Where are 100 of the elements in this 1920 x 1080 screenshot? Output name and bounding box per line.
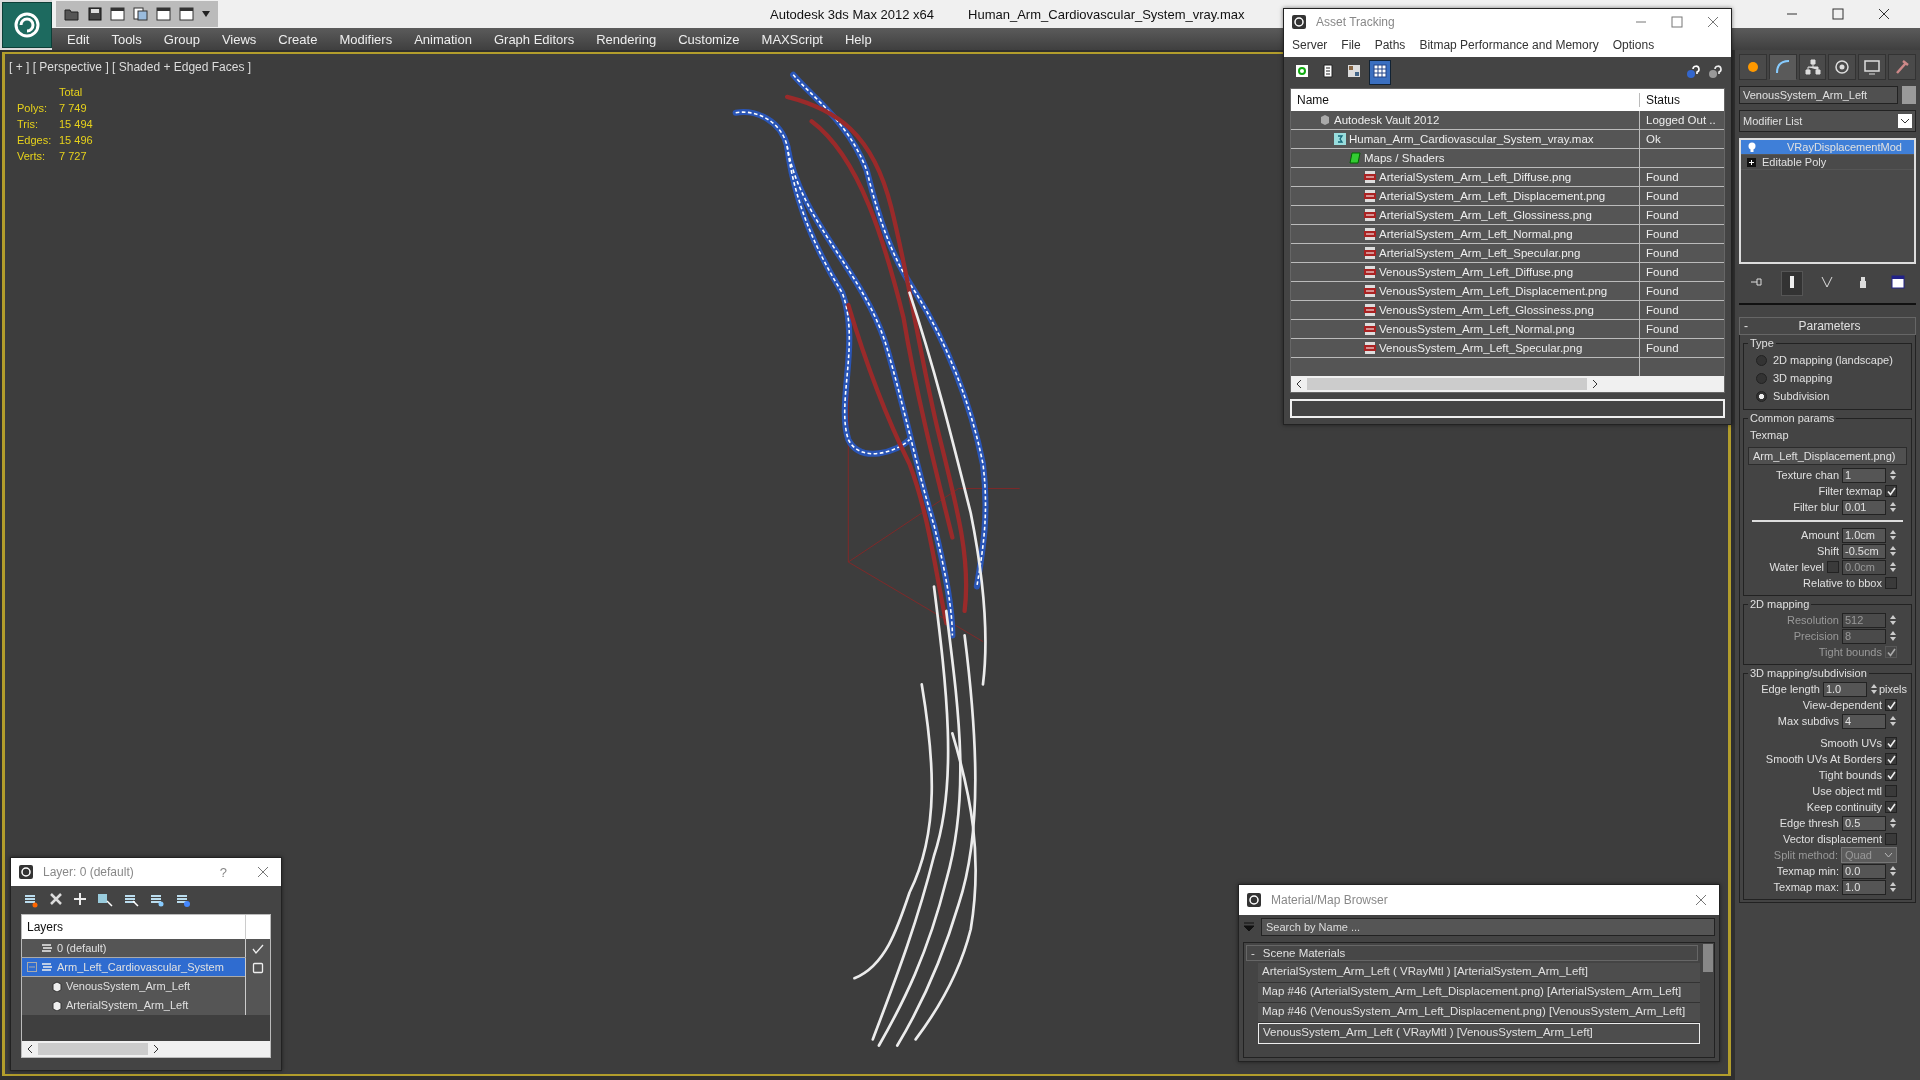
toolbar-button[interactable] [1370,60,1390,84]
search-field[interactable]: Search by Name ... [1261,918,1715,936]
target-icon[interactable] [1834,59,1851,75]
expand-icon[interactable] [1747,157,1756,167]
group-header[interactable]: - Scene Materials [1246,945,1698,961]
scroll-left-icon[interactable] [26,1044,34,1054]
spinner-field[interactable]: 1.0 [1842,879,1886,895]
asset-name-cell[interactable]: ArterialSystem_Arm_Left_Displacement.png [1291,189,1639,202]
help-icon[interactable] [1685,64,1701,81]
light-bulb-icon[interactable] [1747,142,1757,152]
spinner-field[interactable]: 0.01 [1842,499,1886,515]
material-item[interactable]: ArterialSystem_Arm_Left ( VRayMtl ) [ArterialSystem_Arm_Left] [1258,963,1700,983]
hierarchy-tab[interactable] [1798,54,1827,80]
configure-icon[interactable] [1891,275,1906,289]
spinner-field[interactable]: 0.0 [1842,863,1886,879]
arc-icon[interactable] [1774,59,1791,75]
asset-name-cell[interactable]: Autodesk Vault 2012 [1291,113,1639,126]
utilities-tab[interactable] [1888,54,1916,80]
asset-name-cell[interactable]: ArterialSystem_Arm_Left_Glossiness.png [1291,208,1639,221]
open-file-icon[interactable] [64,7,80,21]
viewport-label[interactable]: [ + ] [ Perspective ] [ Shaded + Edged Faces ] [5,54,256,80]
asset-name-cell[interactable]: VenousSystem_Arm_Left_Specular.png [1291,341,1639,354]
modifier-list-dropdown[interactable]: Modifier List [1739,110,1916,132]
menu-item[interactable]: Group [152,31,211,47]
add-icon[interactable] [73,892,87,906]
modify-tab[interactable] [1768,54,1797,80]
help-icon[interactable] [1707,64,1723,81]
menu-item[interactable]: Paths [1374,37,1406,52]
spinner-arrows-icon[interactable] [1889,468,1897,482]
hammer-icon[interactable] [1894,59,1911,75]
checkbox[interactable] [1885,737,1897,749]
spinner-arrows-icon[interactable] [1889,880,1897,894]
document-stack-icon[interactable] [133,7,148,21]
menu-item[interactable]: Animation [403,31,483,47]
spinner-arrows-icon[interactable] [1889,714,1897,728]
spinner-field[interactable]: 4 [1842,713,1886,729]
scroll-right-icon[interactable] [152,1044,160,1054]
stack-tool-button[interactable] [1782,272,1803,295]
spinner-arrows-icon[interactable] [1889,560,1897,574]
unique-icon[interactable] [1820,275,1835,289]
menu-item[interactable]: File [1341,37,1361,52]
spinner-arrows-icon[interactable] [1889,544,1897,558]
checkbox[interactable] [1885,785,1897,797]
set-current-box-icon[interactable] [252,961,264,974]
close-icon[interactable] [1878,8,1890,20]
thumbnails-icon[interactable] [1347,63,1361,78]
maximize-icon[interactable] [1671,16,1683,29]
pin-icon[interactable] [1749,275,1764,289]
spinner-arrows-icon[interactable] [1889,864,1897,878]
radio-button[interactable] [1756,390,1767,402]
caret-icon[interactable] [1898,114,1912,128]
horizontal-scrollbar[interactable] [22,1041,270,1057]
help-button[interactable]: ? [219,864,227,880]
menu-item[interactable]: Rendering [585,31,668,47]
highlight-layer-icon[interactable] [149,892,165,908]
freeze-layer-icon[interactable] [175,892,191,908]
hierarchy-icon[interactable] [1804,59,1821,75]
spinner-arrows-icon[interactable] [1889,613,1897,627]
refresh-icon[interactable] [1295,63,1309,78]
checkbox[interactable] [1885,833,1897,845]
collapse-toggle[interactable]: - [1744,319,1748,333]
texmap-button[interactable]: Arm_Left_Displacement.png) [1748,447,1907,465]
layer-item[interactable]: Arm_Left_Cardiovascular_System [22,958,245,976]
column-header[interactable]: Name [1291,92,1639,107]
menu-item[interactable]: Edit [56,31,101,47]
material-item[interactable]: VenousSystem_Arm_Left ( VRayMtl ) [VenousSystem_Arm_Left] [1258,1023,1700,1044]
checkbox[interactable] [1885,753,1897,765]
new-layer-icon[interactable] [23,892,39,908]
menu-item[interactable]: Graph Editors [482,31,586,47]
color-swatch[interactable] [1902,86,1916,104]
material-item[interactable]: Map #46 (ArterialSystem_Arm_Left_Displacement.png) [ArterialSystem_Arm_Left] [1258,983,1700,1003]
window-icon[interactable] [179,7,194,21]
monitor-icon[interactable] [1864,59,1881,75]
save-icon[interactable] [88,7,102,21]
list-icon[interactable] [1321,63,1335,78]
asset-name-cell[interactable]: VenousSystem_Arm_Left_Normal.png [1291,322,1639,335]
spinner-arrows-icon[interactable] [1869,682,1878,696]
select-layer-icon[interactable] [123,892,139,908]
table-icon[interactable] [1373,63,1387,78]
menu-item[interactable]: MAXScript [750,31,834,47]
path-field[interactable] [1290,398,1725,418]
app-logo-icon[interactable] [2,2,52,48]
radio-button[interactable] [1756,354,1767,366]
window-icon[interactable] [110,7,125,21]
spinner-field[interactable]: 0.5 [1842,815,1886,831]
spinner-arrows-icon[interactable] [1889,500,1897,514]
checkbox[interactable] [1885,769,1897,781]
asset-name-cell[interactable]: ArterialSystem_Arm_Left_Specular.png [1291,246,1639,259]
rollout-header[interactable]: - Parameters [1739,317,1916,335]
radio-button[interactable] [1756,372,1767,384]
checkbox[interactable] [1885,485,1897,497]
spinner-field[interactable]: 1.0 [1822,681,1867,697]
dropdown-caret-icon[interactable] [202,11,210,17]
spinner-field[interactable]: -0.5cm [1842,543,1886,559]
menu-item[interactable]: Help [834,31,883,47]
spinner-field[interactable]: 1.0cm [1842,527,1886,543]
current-layer-check-icon[interactable] [252,942,264,955]
asset-name-cell[interactable]: VenousSystem_Arm_Left_Displacement.png [1291,284,1639,297]
create-tab[interactable] [1739,54,1767,80]
menu-item[interactable]: Options [1612,37,1655,52]
